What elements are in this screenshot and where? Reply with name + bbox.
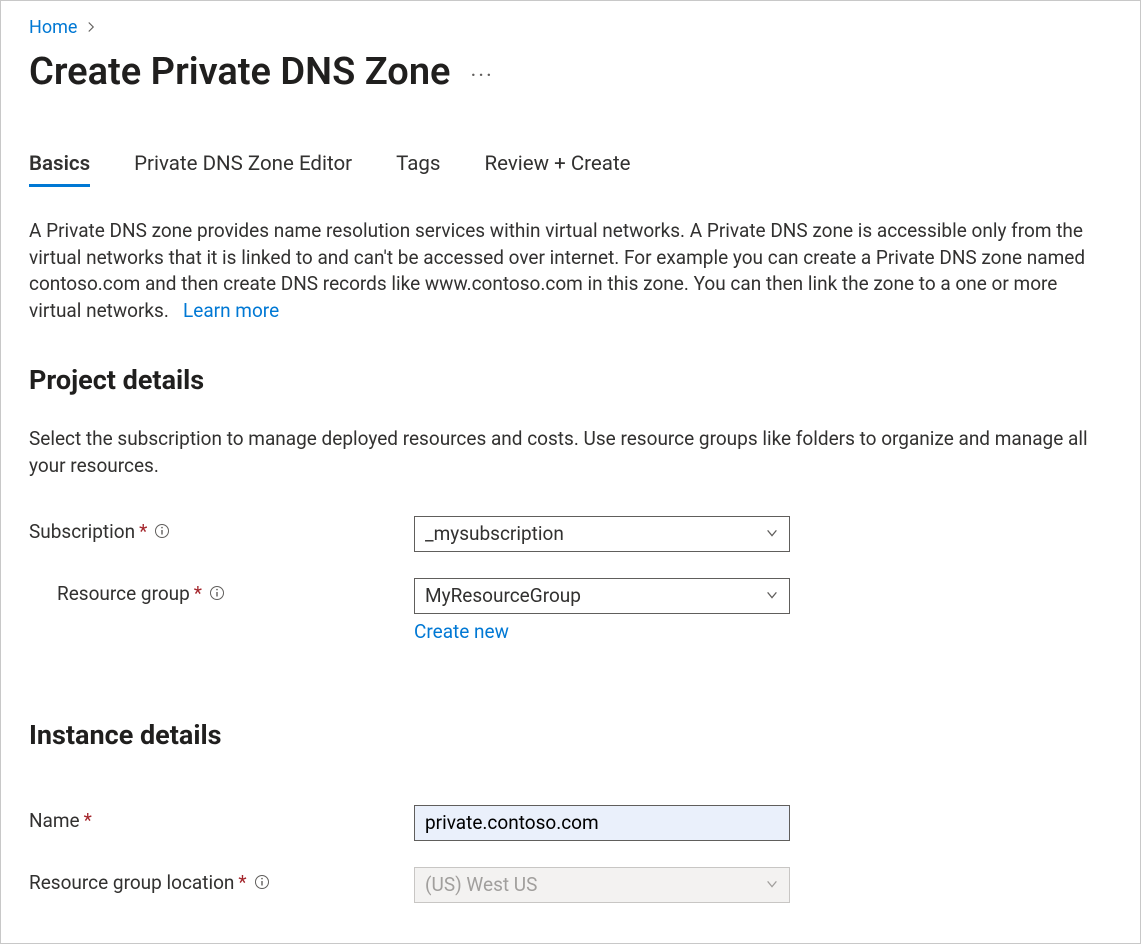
basics-description: A Private DNS zone provides name resolut… [29, 218, 1112, 324]
resource-group-label: Resource group * [29, 578, 414, 605]
breadcrumb: Home [29, 17, 1112, 38]
resource-group-select-value: MyResourceGroup [425, 584, 581, 607]
resource-group-location-value: (US) West US [425, 873, 537, 896]
tabs: Basics Private DNS Zone Editor Tags Revi… [29, 152, 1112, 188]
subscription-select[interactable]: _mysubscription [414, 516, 790, 552]
required-asterisk: * [194, 582, 202, 605]
resource-group-label-text: Resource group [57, 582, 190, 605]
required-asterisk: * [84, 809, 92, 832]
create-new-resource-group-link[interactable]: Create new [414, 620, 790, 643]
tab-review-create[interactable]: Review + Create [484, 152, 630, 187]
resource-group-location-label-text: Resource group location [29, 871, 234, 894]
learn-more-link[interactable]: Learn more [183, 299, 279, 322]
info-icon[interactable] [253, 873, 271, 891]
tab-tags[interactable]: Tags [396, 152, 440, 187]
tab-private-dns-zone-editor[interactable]: Private DNS Zone Editor [134, 152, 352, 187]
subscription-select-value: _mysubscription [425, 522, 564, 545]
name-label-text: Name [29, 809, 80, 832]
chevron-down-icon [765, 522, 779, 545]
project-details-description: Select the subscription to manage deploy… [29, 426, 1112, 479]
more-actions-button[interactable]: ··· [471, 56, 494, 89]
breadcrumb-home-link[interactable]: Home [29, 17, 77, 38]
chevron-down-icon [765, 873, 779, 896]
name-input[interactable] [414, 805, 790, 841]
required-asterisk: * [139, 520, 147, 543]
chevron-right-icon [85, 17, 97, 38]
project-details-heading: Project details [29, 364, 1112, 396]
resource-group-select[interactable]: MyResourceGroup [414, 578, 790, 614]
chevron-down-icon [765, 584, 779, 607]
subscription-label: Subscription * [29, 516, 414, 543]
required-asterisk: * [238, 871, 246, 894]
info-icon[interactable] [153, 522, 171, 540]
tab-basics[interactable]: Basics [29, 152, 90, 187]
page-title: Create Private DNS Zone [29, 50, 451, 94]
subscription-label-text: Subscription [29, 520, 135, 543]
resource-group-location-select: (US) West US [414, 867, 790, 903]
name-label: Name * [29, 805, 414, 832]
resource-group-location-label: Resource group location * [29, 867, 414, 894]
info-icon[interactable] [208, 584, 226, 602]
instance-details-heading: Instance details [29, 719, 1112, 751]
